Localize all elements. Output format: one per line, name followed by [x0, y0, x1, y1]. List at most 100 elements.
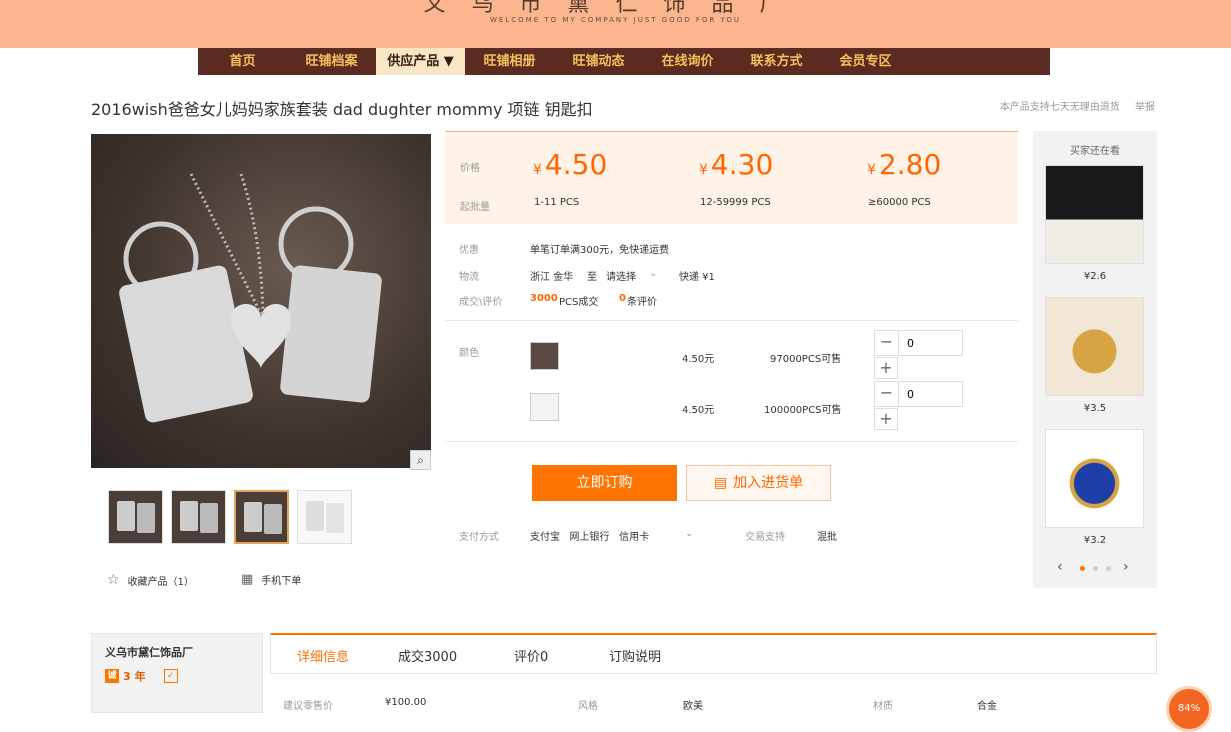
qty-tier-1: 1-11 PCS: [534, 197, 580, 208]
plus-button-2[interactable]: +: [874, 408, 898, 430]
company-name[interactable]: 义乌市黛仁饰品厂: [105, 644, 193, 660]
color-label: 颜色: [459, 348, 479, 359]
promo-label: 优惠: [459, 245, 479, 256]
also-viewed-item-1[interactable]: [1045, 165, 1144, 264]
deals-label: 成交\评价: [459, 297, 503, 308]
trade-support-value: 混批: [817, 532, 837, 543]
sku-thumb-2[interactable]: [530, 393, 559, 421]
carousel-dot-2[interactable]: [1093, 566, 1098, 571]
quantity-input-1[interactable]: [899, 331, 962, 355]
nav-contact[interactable]: 联系方式: [732, 48, 821, 75]
chevron-down-icon[interactable]: ⌄: [685, 528, 693, 539]
tab-reviews[interactable]: 评价0: [514, 646, 548, 665]
also-viewed-title: 买家还在看: [1070, 146, 1120, 157]
years-value: 3: [123, 669, 131, 683]
product-main-image[interactable]: [91, 134, 431, 468]
carousel-dot-3[interactable]: [1106, 566, 1111, 571]
deals-count[interactable]: 3000: [530, 293, 558, 304]
logistics-label: 物流: [459, 272, 479, 283]
add-to-cart-button[interactable]: ▤ 加入进货单: [686, 465, 831, 501]
nav-album[interactable]: 旺铺相册: [465, 48, 554, 75]
reviews-count[interactable]: 0: [619, 293, 626, 304]
add-to-cart-label: 加入进货单: [733, 475, 804, 491]
qty-tier-3: ≥60000 PCS: [868, 197, 931, 208]
also-viewed-price-3: ¥3.2: [1083, 535, 1107, 546]
thumbnail-strip: [108, 490, 352, 544]
chevron-down-icon[interactable]: ⌄: [649, 268, 657, 279]
sku-thumb-1[interactable]: [530, 342, 559, 370]
moq-label: 起批量: [460, 202, 490, 213]
thumbnail-3[interactable]: [234, 490, 289, 544]
sku-price-2: 4.50元: [682, 405, 715, 416]
also-viewed-item-3[interactable]: [1045, 429, 1144, 528]
qrcode-icon: ▦: [241, 572, 254, 587]
product-title: 2016wish爸爸女儿妈妈家族套装 dad dughter mommy 项链 …: [91, 100, 593, 119]
nav-inquiry[interactable]: 在线询价: [643, 48, 732, 75]
attr-label-1: 建议零售价: [283, 701, 333, 712]
logistics-destination-select[interactable]: 请选择: [606, 268, 636, 283]
floating-service-button[interactable]: 84%: [1166, 686, 1212, 732]
trust-icon: 诚: [105, 669, 119, 683]
deals-unit: PCS成交: [559, 297, 599, 308]
price-label: 价格: [460, 163, 480, 174]
sku-stock-1: 97000PCS可售: [770, 354, 842, 365]
also-viewed-sidebar: 买家还在看 ¥2.6 ¥3.5 ¥3.2 ‹ ›: [1033, 131, 1157, 588]
chevron-right-icon[interactable]: ›: [1123, 559, 1129, 575]
thumbnail-2[interactable]: [171, 490, 226, 544]
return-policy-note: 本产品支持七天无理由退货: [999, 102, 1120, 113]
also-viewed-item-2[interactable]: [1045, 297, 1144, 396]
zoom-icon[interactable]: ⌕: [410, 450, 431, 470]
thumbnail-1[interactable]: [108, 490, 163, 544]
top-right-links: 本产品支持七天无理由退货 举报: [988, 98, 1155, 113]
mobile-order[interactable]: ▦ 手机下单: [241, 572, 301, 587]
attr-value-1: ¥100.00: [385, 697, 427, 708]
qty-tier-2: 12-59999 PCS: [700, 197, 771, 208]
nav-products[interactable]: 供应产品 ▼: [376, 48, 465, 75]
buy-now-button[interactable]: 立即订购: [532, 465, 677, 501]
company-card: 义乌市黛仁饰品厂 诚 3年 ✓: [91, 633, 263, 713]
price-tier-2: ¥4.30: [699, 148, 774, 181]
trade-support-label: 交易支持: [745, 532, 785, 543]
plus-button-1[interactable]: +: [874, 357, 898, 379]
favorite-product[interactable]: ☆ 收藏产品（1）: [107, 572, 194, 588]
logistics-to: 至: [587, 272, 597, 283]
thumbnail-4[interactable]: [297, 490, 352, 544]
price-box: 价格 起批量 ¥4.50 ¥4.30 ¥2.80 1-11 PCS 12-599…: [445, 131, 1018, 224]
clipboard-icon: ▤: [713, 475, 728, 491]
quantity-input-2[interactable]: [899, 382, 962, 406]
minus-button[interactable]: −: [875, 331, 899, 355]
nav-profile[interactable]: 旺铺档案: [287, 48, 376, 75]
carousel-dot-1[interactable]: [1080, 566, 1085, 571]
mobile-order-label: 手机下单: [261, 576, 302, 587]
shop-slogan: WELCOME TO MY COMPANY JUST GOOD FOR YOU: [490, 16, 741, 24]
divider: [445, 320, 1018, 321]
nav-home[interactable]: 首页: [198, 48, 287, 75]
chevron-left-icon[interactable]: ‹: [1057, 559, 1063, 575]
nav-news[interactable]: 旺铺动态: [554, 48, 643, 75]
tab-deals[interactable]: 成交3000: [398, 646, 457, 665]
promo-value[interactable]: 单笔订单满300元，免快递运费: [530, 241, 669, 256]
also-viewed-price-2: ¥3.5: [1083, 403, 1107, 414]
logistics-from: 浙江 金华: [530, 272, 574, 283]
quantity-stepper-2: −: [874, 381, 963, 407]
tab-details[interactable]: 详细信息: [297, 646, 349, 665]
tab-order-notes[interactable]: 订购说明: [609, 646, 661, 665]
attr-value-2: 欧美: [683, 701, 703, 712]
shop-nav: 首页 旺铺档案 供应产品 ▼ 旺铺相册 旺铺动态 在线询价 联系方式 会员专区: [198, 48, 1050, 75]
attr-value-3: 合金: [977, 701, 997, 712]
report-link[interactable]: 举报: [1135, 102, 1155, 113]
favorite-label: 收藏产品（1）: [127, 576, 194, 588]
years-unit: 年: [134, 670, 146, 683]
price-tier-1: ¥4.50: [533, 148, 608, 181]
divider: [445, 441, 1018, 442]
price-tier-3: ¥2.80: [867, 148, 942, 181]
badge-icon: ✓: [163, 669, 178, 683]
reviews-unit: 条评价: [627, 297, 657, 308]
shop-banner: 义乌市黛仁饰品厂 WELCOME TO MY COMPANY JUST GOOD…: [0, 0, 1231, 48]
star-icon: ☆: [107, 572, 120, 588]
logistics-fee: 快递 ¥1: [679, 272, 715, 283]
attr-label-2: 风格: [578, 701, 598, 712]
nav-members[interactable]: 会员专区: [821, 48, 910, 75]
minus-button[interactable]: −: [875, 382, 899, 406]
company-years: 诚 3年 ✓: [105, 668, 178, 684]
